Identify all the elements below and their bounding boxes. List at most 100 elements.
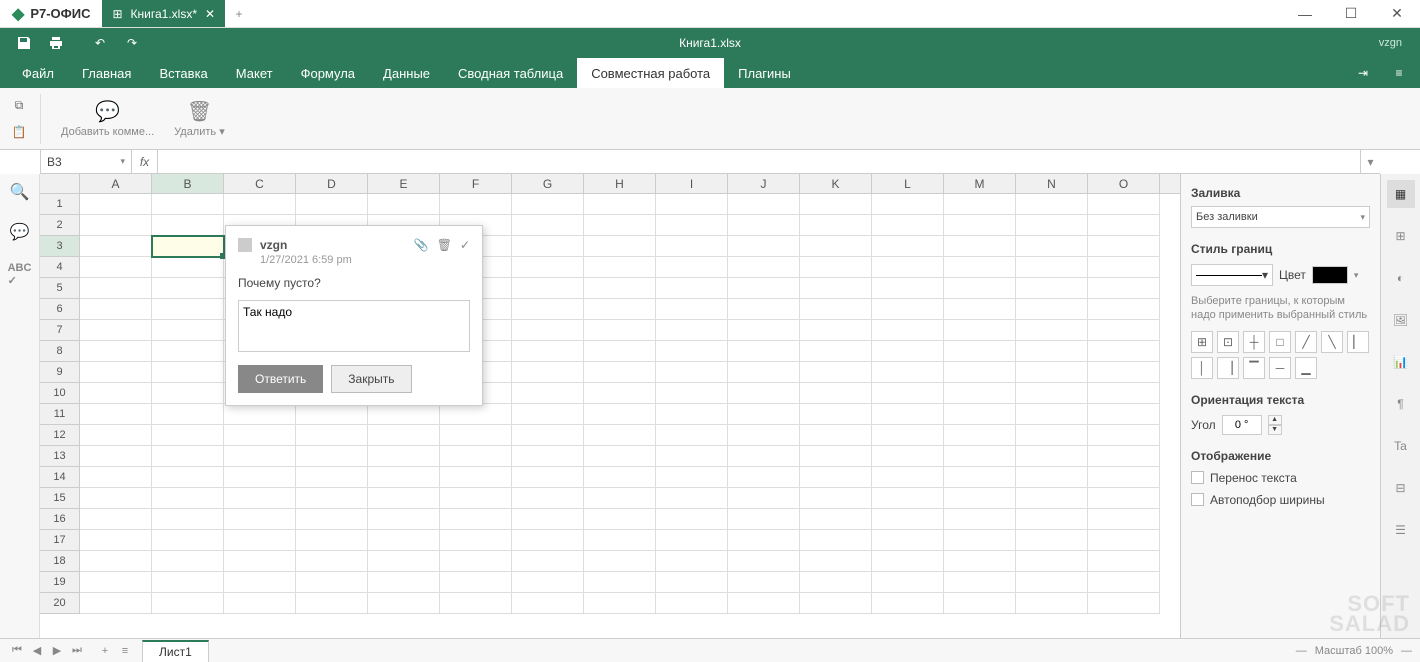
row-header[interactable]: 15 [40, 488, 80, 509]
zoom-label[interactable]: Масштаб 100% [1315, 645, 1393, 657]
cell[interactable] [512, 236, 584, 257]
open-location-icon[interactable]: ⇥ [1350, 66, 1376, 80]
angle-down[interactable]: ▼ [1268, 425, 1282, 435]
cell[interactable] [80, 320, 152, 341]
cell[interactable] [872, 320, 944, 341]
cell[interactable] [1088, 572, 1160, 593]
cell[interactable] [1088, 299, 1160, 320]
row-header[interactable]: 9 [40, 362, 80, 383]
cell[interactable] [1088, 467, 1160, 488]
cell[interactable] [1016, 530, 1088, 551]
cell-settings-icon[interactable]: ▦ [1387, 180, 1415, 208]
col-header[interactable]: O [1088, 174, 1160, 193]
cell[interactable] [224, 551, 296, 572]
cell[interactable] [80, 488, 152, 509]
cell[interactable] [656, 593, 728, 614]
cell[interactable] [152, 383, 224, 404]
angle-input[interactable] [1222, 415, 1262, 435]
border-color-swatch[interactable] [1312, 266, 1348, 284]
cell[interactable] [224, 404, 296, 425]
cell[interactable] [152, 278, 224, 299]
row-header[interactable]: 2 [40, 215, 80, 236]
cell[interactable] [872, 572, 944, 593]
row-header[interactable]: 7 [40, 320, 80, 341]
cell[interactable] [800, 236, 872, 257]
cell[interactable] [584, 257, 656, 278]
cell[interactable] [944, 383, 1016, 404]
row-header[interactable]: 16 [40, 509, 80, 530]
cell[interactable] [512, 257, 584, 278]
cell[interactable] [656, 446, 728, 467]
cell[interactable] [512, 488, 584, 509]
cell[interactable] [512, 425, 584, 446]
spellcheck-icon[interactable]: ABC✓ [8, 262, 32, 287]
cell[interactable] [440, 488, 512, 509]
cell[interactable] [1016, 425, 1088, 446]
minimize-button[interactable]: — [1282, 0, 1328, 27]
cell[interactable] [152, 236, 224, 257]
cell[interactable] [944, 215, 1016, 236]
cell[interactable] [872, 530, 944, 551]
cell[interactable] [80, 572, 152, 593]
cell[interactable] [584, 509, 656, 530]
cell[interactable] [728, 509, 800, 530]
cell[interactable] [656, 551, 728, 572]
cell[interactable] [296, 530, 368, 551]
cell[interactable] [512, 446, 584, 467]
cell[interactable] [368, 488, 440, 509]
cell[interactable] [1016, 299, 1088, 320]
attach-icon[interactable]: 📎 [414, 238, 429, 252]
cell[interactable] [440, 551, 512, 572]
cell[interactable] [728, 383, 800, 404]
cell[interactable] [872, 593, 944, 614]
fill-select[interactable]: Без заливки ▾ [1191, 206, 1370, 228]
cell[interactable] [1088, 215, 1160, 236]
cell[interactable] [584, 320, 656, 341]
row-header[interactable]: 18 [40, 551, 80, 572]
cell[interactable] [656, 509, 728, 530]
cell[interactable] [728, 299, 800, 320]
cell[interactable] [152, 257, 224, 278]
cell[interactable] [800, 341, 872, 362]
cell[interactable] [584, 236, 656, 257]
cell[interactable] [80, 362, 152, 383]
cell[interactable] [1088, 404, 1160, 425]
cell[interactable] [656, 215, 728, 236]
cell[interactable] [152, 404, 224, 425]
cell[interactable] [80, 257, 152, 278]
cell[interactable] [440, 425, 512, 446]
sheet-first[interactable]: ⏮ [8, 642, 26, 660]
cell[interactable] [800, 362, 872, 383]
cell[interactable] [368, 467, 440, 488]
delete-comment-button[interactable]: 🗑 Удалить ▾ [174, 99, 225, 138]
cell[interactable] [872, 299, 944, 320]
cell[interactable] [872, 404, 944, 425]
cell[interactable] [584, 278, 656, 299]
cell[interactable] [80, 215, 152, 236]
row-header[interactable]: 11 [40, 404, 80, 425]
cell[interactable] [1088, 446, 1160, 467]
cell[interactable] [728, 488, 800, 509]
row-header[interactable]: 1 [40, 194, 80, 215]
cell[interactable] [872, 278, 944, 299]
cell[interactable] [584, 362, 656, 383]
cell[interactable] [296, 446, 368, 467]
cell[interactable] [728, 320, 800, 341]
cell[interactable] [728, 278, 800, 299]
border-bottom[interactable]: ▁ [1295, 357, 1317, 379]
menu-plugins[interactable]: Плагины [724, 58, 805, 88]
cell[interactable] [80, 278, 152, 299]
cell[interactable] [728, 341, 800, 362]
cell[interactable] [1088, 236, 1160, 257]
cell[interactable] [152, 446, 224, 467]
row-header[interactable]: 8 [40, 341, 80, 362]
menu-home[interactable]: Главная [68, 58, 145, 88]
cell[interactable] [152, 215, 224, 236]
cell[interactable] [440, 572, 512, 593]
pivot-settings-icon[interactable]: ⊟ [1387, 474, 1415, 502]
cell[interactable] [1088, 278, 1160, 299]
sheet-last[interactable]: ⏭ [68, 642, 86, 660]
close-window-button[interactable]: ✕ [1374, 0, 1420, 27]
cell[interactable] [1016, 320, 1088, 341]
cell[interactable] [944, 278, 1016, 299]
